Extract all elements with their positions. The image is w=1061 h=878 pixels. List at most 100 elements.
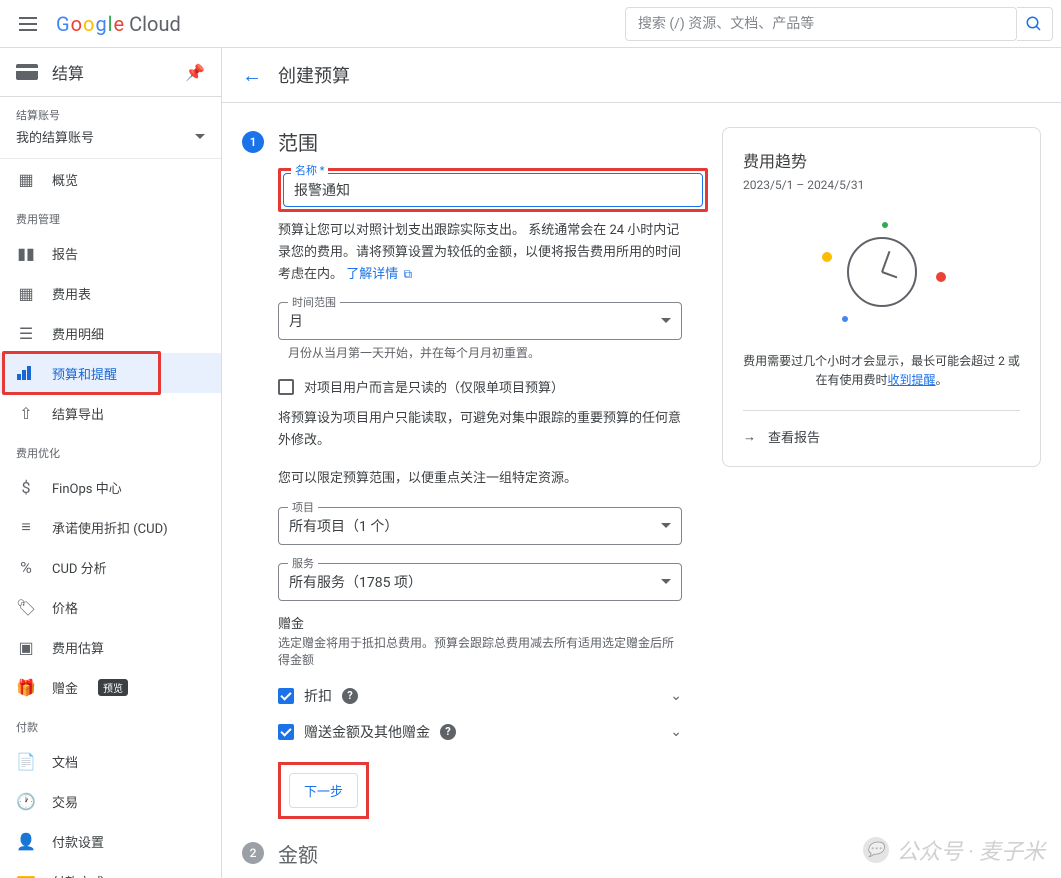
trend-link[interactable]: 收到提醒: [887, 373, 935, 387]
sidebar-group-payment: 付款: [0, 707, 221, 741]
chevron-down-icon: [195, 134, 205, 144]
hamburger-menu-button[interactable]: [8, 4, 48, 44]
sidebar-item-payment-settings[interactable]: 👤 付款设置: [0, 821, 221, 861]
page-title: 创建预算: [278, 62, 350, 88]
budget-description: 预算让您可以对照计划支出跟踪实际支出。 系统通常会在 24 小时内记录您的费用。…: [278, 220, 682, 286]
projects-field: 项目 所有项目（1 个）: [278, 507, 682, 545]
account-dropdown[interactable]: 我的结算账号: [16, 123, 205, 154]
sidebar-header: 结算 📌: [0, 48, 221, 97]
pin-icon[interactable]: 📌: [185, 63, 205, 82]
form-column: 1 范围 名称 * 预算让您可以对照计划支出跟踪实际支出。 系统通常会在 24 …: [242, 127, 682, 854]
search-input[interactable]: [625, 7, 1017, 41]
discount-icon: ≡: [16, 517, 36, 537]
sidebar-item-credits[interactable]: 🎁 赠金 预览: [0, 667, 221, 707]
help-icon[interactable]: ?: [342, 688, 358, 704]
next-button-highlight: 下一步: [278, 762, 369, 819]
external-link-icon: ⧉: [404, 267, 413, 281]
dashboard-icon: ▦: [16, 169, 36, 189]
wechat-icon: 💬: [863, 837, 889, 863]
discount-checkbox[interactable]: [278, 688, 294, 704]
projects-select[interactable]: 所有项目（1 个）: [278, 507, 682, 545]
time-range-field: 时间范围 月: [278, 302, 682, 340]
sidebar-group-cost-opt: 费用优化: [0, 433, 221, 467]
step-2-title: 金额: [278, 839, 318, 868]
search-button[interactable]: [1017, 7, 1053, 41]
expand-chevron[interactable]: ⌄: [670, 688, 682, 704]
step-2-header[interactable]: 2 金额: [242, 839, 682, 868]
sidebar-item-cud-analysis[interactable]: % CUD 分析: [0, 547, 221, 587]
chevron-down-icon: [661, 579, 671, 589]
billing-account-selector: 结算账号 我的结算账号: [0, 97, 221, 159]
services-select[interactable]: 所有服务（1785 项）: [278, 563, 682, 601]
sidebar-item-budgets[interactable]: 预算和提醒: [0, 353, 221, 393]
gift-checkbox[interactable]: [278, 724, 294, 740]
credits-description: 选定赠金将用于抵扣总费用。预算会跟踪总费用减去所有适用选定赠金后所得金额: [278, 634, 682, 668]
name-field-highlight: 名称 *: [278, 168, 708, 212]
name-label: 名称 *: [291, 162, 328, 178]
export-icon: ⇧: [16, 403, 36, 423]
search-icon: [1025, 15, 1043, 33]
sidebar-item-cost-table[interactable]: ▦ 费用表: [0, 273, 221, 313]
step-2-number: 2: [242, 842, 264, 864]
time-range-label: 时间范围: [288, 294, 340, 310]
sidebar-group-cost-mgmt: 费用管理: [0, 199, 221, 233]
main-header: ← 创建预算: [222, 48, 1061, 103]
learn-more-link[interactable]: 了解详情: [346, 267, 398, 282]
next-button[interactable]: 下一步: [289, 773, 358, 808]
projects-label: 项目: [288, 499, 318, 515]
readonly-description: 将预算设为项目用户只能读取，可避免对集中跟踪的重要预算的任何意外修改。: [278, 408, 682, 452]
dollar-icon: $: [16, 477, 36, 497]
sidebar-item-cost-est[interactable]: ▣ 费用估算: [0, 627, 221, 667]
sidebar-item-finops[interactable]: $ FinOps 中心: [0, 467, 221, 507]
sidebar-item-docs[interactable]: 📄 文档: [0, 741, 221, 781]
credits-label: 赠金: [278, 613, 682, 632]
help-icon[interactable]: ?: [440, 724, 456, 740]
sidebar-item-transactions[interactable]: 🕐 交易: [0, 781, 221, 821]
list-icon: ☰: [16, 323, 36, 343]
view-report-link[interactable]: → 查看报告: [743, 410, 1020, 446]
bar-chart-icon: ▮▮: [16, 243, 36, 263]
clock-illustration: [812, 222, 952, 322]
google-cloud-logo[interactable]: Google Cloud: [56, 12, 181, 36]
arrow-right-icon: →: [743, 429, 756, 445]
sidebar-title: 结算: [52, 60, 171, 84]
top-header: Google Cloud: [0, 0, 1061, 48]
trend-date-range: 2023/5/1 – 2024/5/31: [743, 178, 1020, 192]
services-label: 服务: [288, 555, 318, 571]
sidebar-item-export[interactable]: ⇧ 结算导出: [0, 393, 221, 433]
document-icon: 📄: [16, 751, 36, 771]
sidebar-item-reports[interactable]: ▮▮ 报告: [0, 233, 221, 273]
percent-icon: %: [16, 557, 36, 577]
tag-icon: 🏷: [16, 597, 36, 617]
back-button[interactable]: ←: [242, 63, 262, 88]
trend-title: 费用趋势: [743, 148, 1020, 172]
card-icon: 💳: [16, 871, 36, 878]
account-label: 结算账号: [16, 107, 205, 123]
step-1-number: 1: [242, 131, 264, 153]
sidebar-item-cost-detail[interactable]: ☰ 费用明细: [0, 313, 221, 353]
step-1-header: 1 范围: [242, 127, 682, 156]
readonly-checkbox-row: 对项目用户而言是只读的（仅限单项目预算）: [278, 377, 682, 396]
trend-description: 费用需要过几个小时才会显示，最长可能会超过 2 或在有使用费时收到提醒。: [743, 352, 1020, 390]
sidebar-item-payment-method[interactable]: 💳 付款方式: [0, 861, 221, 878]
sidebar-item-overview[interactable]: ▦ 概览: [0, 159, 221, 199]
step-1-title: 范围: [278, 127, 318, 156]
main-content: ← 创建预算 1 范围 名称 * 预算让您可以对照计划支出跟踪实际支出。 系统通…: [222, 48, 1061, 878]
scope-description: 您可以限定预算范围，以便重点关注一组特定资源。: [278, 468, 682, 490]
search-bar: [625, 7, 1053, 41]
services-field: 服务 所有服务（1785 项）: [278, 563, 682, 601]
person-icon: 👤: [16, 831, 36, 851]
name-input[interactable]: [283, 173, 703, 207]
table-icon: ▦: [16, 283, 36, 303]
sidebar-item-cud[interactable]: ≡ 承诺使用折扣 (CUD): [0, 507, 221, 547]
sidebar: 结算 📌 结算账号 我的结算账号 ▦ 概览 费用管理 ▮▮ 报告 ▦ 费用表 ☰…: [0, 48, 222, 878]
sidebar-item-price[interactable]: 🏷 价格: [0, 587, 221, 627]
discount-row: 折扣 ? ⌄: [278, 678, 682, 714]
chevron-down-icon: [661, 523, 671, 533]
time-range-helper: 月份从当月第一天开始，并在每个月月初重置。: [288, 344, 682, 361]
gift-row: 赠送金额及其他赠金 ? ⌄: [278, 714, 682, 750]
expand-chevron[interactable]: ⌄: [670, 724, 682, 740]
account-value: 我的结算账号: [16, 127, 94, 146]
clock-icon: 🕐: [16, 791, 36, 811]
readonly-checkbox[interactable]: [278, 379, 294, 395]
